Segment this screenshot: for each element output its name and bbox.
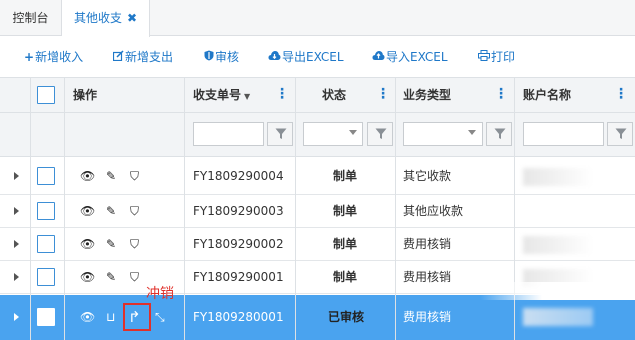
filter-row — [0, 113, 635, 157]
expand-icon[interactable] — [14, 273, 19, 281]
decorative-highlight — [480, 282, 635, 300]
chevron-down-icon[interactable] — [349, 130, 357, 135]
account-name-redacted — [523, 236, 593, 254]
print-button[interactable]: 打印 — [478, 48, 515, 66]
doc-no[interactable]: FY1809290001 — [193, 261, 284, 293]
row-checkbox[interactable] — [37, 202, 55, 220]
biz-type: 其他应收款 — [403, 204, 464, 218]
table-row[interactable]: 👁 ✎ ⛉ FY1809290002 制单 费用核销 — [0, 228, 635, 261]
biz-type: 费用核销 — [403, 270, 452, 284]
audit-icon[interactable]: ⛉ — [130, 261, 139, 293]
status-filter-button[interactable] — [367, 122, 393, 146]
status-badge: 已审核 — [328, 310, 365, 324]
add-income-button[interactable]: +新增收入 — [24, 48, 83, 66]
edit-icon[interactable]: ✎ — [106, 195, 116, 227]
status-badge: 制单 — [333, 270, 358, 284]
expand-icon[interactable] — [14, 172, 19, 180]
view-icon[interactable]: 👁 — [80, 261, 95, 293]
biz-type: 其它收款 — [403, 169, 452, 183]
filter-icon — [615, 128, 627, 139]
tab-console[interactable]: 控制台 — [0, 0, 62, 36]
row-checkbox[interactable] — [37, 235, 55, 253]
expand-icon[interactable] — [14, 207, 19, 215]
view-icon[interactable]: 👁 — [80, 195, 95, 227]
export-excel-button[interactable]: 导出EXCEL — [268, 48, 344, 66]
audit-icon[interactable]: ⛉ — [130, 228, 139, 260]
doc-no[interactable]: FY1809290003 — [193, 195, 284, 227]
row-checkbox[interactable] — [37, 308, 55, 326]
column-menu-icon[interactable]: ⋮ — [494, 78, 508, 112]
col-header-ops: 操作 — [73, 88, 98, 102]
table-row[interactable]: 👁 ✎ ⛉ FY1809290003 制单 其他应收款 — [0, 195, 635, 228]
doc-no[interactable]: FY1809290004 — [193, 158, 284, 194]
edit-square-icon — [112, 48, 124, 66]
audit-button[interactable]: 审核 — [204, 48, 239, 66]
account-filter-input[interactable] — [523, 122, 604, 146]
filter-icon — [275, 128, 287, 139]
expand-icon[interactable] — [14, 240, 19, 248]
account-name-redacted — [523, 168, 593, 186]
edit-icon[interactable]: ✎ — [106, 228, 116, 260]
annotation-label: 冲销 — [146, 286, 174, 302]
account-filter-button[interactable] — [607, 122, 633, 146]
close-icon[interactable]: ✖ — [127, 0, 137, 36]
toolbar: +新增收入 新增支出 审核 导出EXCEL 导入EXCEL 打印 — [0, 37, 635, 77]
col-header-account: 账户名称 — [523, 88, 572, 102]
edit-icon[interactable]: ✎ — [106, 158, 116, 194]
edit-icon[interactable]: ✎ — [106, 261, 116, 293]
import-excel-button[interactable]: 导入EXCEL — [372, 48, 448, 66]
doc-no[interactable]: FY1809280001 — [193, 295, 284, 340]
status-badge: 制单 — [333, 169, 358, 183]
doc-no-filter-input[interactable] — [193, 122, 264, 146]
expand-icon[interactable] — [14, 313, 19, 321]
plus-icon: + — [24, 50, 35, 64]
audit-icon[interactable]: ⛉ — [130, 158, 139, 194]
biz-type: 费用核销 — [403, 237, 452, 251]
tab-label: 其他收支 — [74, 11, 123, 25]
sort-desc-icon[interactable]: ▼ — [244, 92, 250, 101]
printer-icon — [478, 48, 490, 66]
view-icon[interactable]: 👁 — [80, 158, 95, 194]
status-badge: 制单 — [333, 237, 358, 251]
filter-icon — [375, 128, 387, 139]
biz-type-filter-button[interactable] — [486, 122, 512, 146]
cloud-upload-icon — [372, 48, 385, 66]
col-header-biz-type: 业务类型 — [403, 88, 452, 102]
data-grid: 操作 收支单号 ▼ ⋮ 状态 ⋮ 业务类型 ⋮ 账户名称 ⋮ 👁 ✎ ⛉ FY1… — [0, 77, 635, 340]
table-row-selected[interactable]: 👁 ⊔ ↱ ⤡ FY1809280001 已审核 费用核销 — [0, 295, 635, 340]
annotation-highlight-box — [123, 303, 151, 331]
chevron-down-icon[interactable] — [468, 130, 476, 135]
tab-other-income-expense[interactable]: 其他收支 ✖ — [62, 0, 150, 37]
unaudit-icon[interactable]: ⊔ — [106, 295, 115, 340]
audit-icon[interactable]: ⛉ — [130, 195, 139, 227]
biz-type: 费用核销 — [403, 310, 452, 324]
view-icon[interactable]: 👁 — [80, 228, 95, 260]
status-badge: 制单 — [333, 204, 358, 218]
filter-icon — [494, 128, 506, 139]
column-menu-icon[interactable]: ⋮ — [376, 78, 390, 112]
add-expense-button[interactable]: 新增支出 — [112, 48, 173, 66]
select-all-checkbox[interactable] — [37, 86, 55, 104]
doc-no[interactable]: FY1809290002 — [193, 228, 284, 260]
col-header-doc-no[interactable]: 收支单号 ▼ — [193, 78, 250, 112]
row-checkbox[interactable] — [37, 167, 55, 185]
table-row[interactable]: 👁 ✎ ⛉ FY1809290004 制单 其它收款 — [0, 158, 635, 195]
column-menu-icon[interactable]: ⋮ — [275, 78, 289, 112]
doc-no-filter-button[interactable] — [267, 122, 293, 146]
view-icon[interactable]: 👁 — [80, 295, 95, 340]
account-name-redacted — [523, 308, 593, 326]
row-checkbox[interactable] — [37, 268, 55, 286]
grid-header: 操作 收支单号 ▼ ⋮ 状态 ⋮ 业务类型 ⋮ 账户名称 ⋮ — [0, 77, 635, 113]
column-menu-icon[interactable]: ⋮ — [614, 78, 628, 112]
cloud-download-icon — [268, 48, 281, 66]
col-header-status: 状态 — [322, 88, 347, 102]
tab-bar: 控制台 其他收支 ✖ — [0, 0, 635, 37]
shield-icon — [204, 48, 214, 66]
